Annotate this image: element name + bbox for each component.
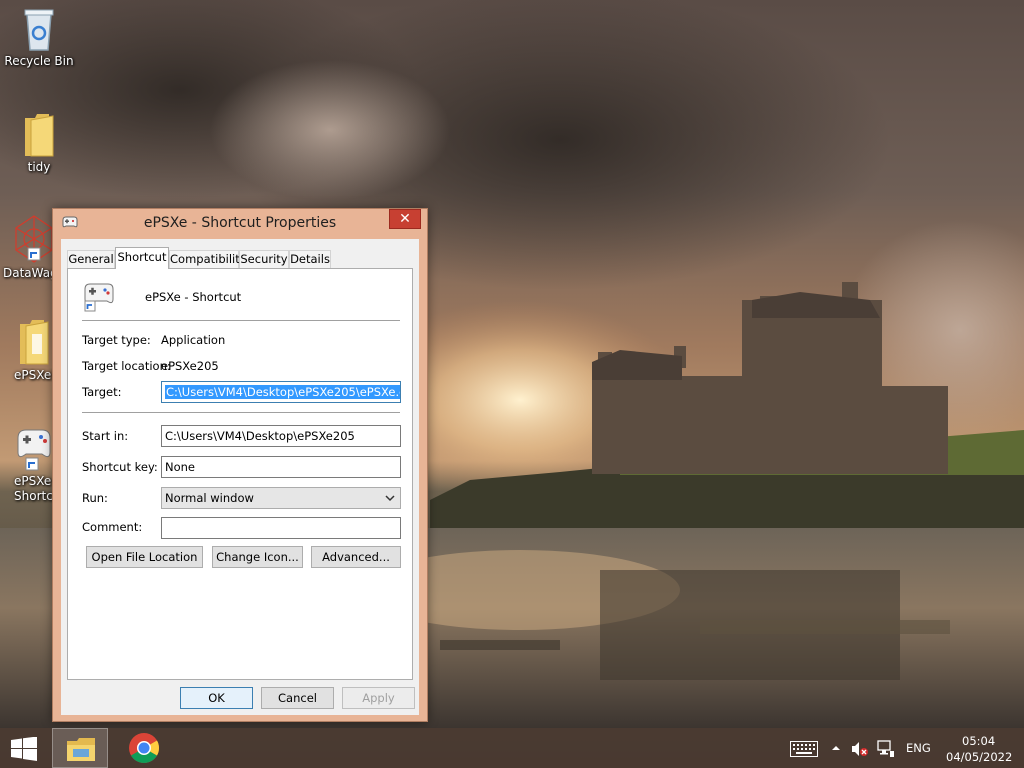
chrome-icon: [129, 733, 160, 764]
start-in-label: Start in:: [82, 429, 129, 443]
start-in-input[interactable]: C:\Users\VM4\Desktop\ePSXe205: [161, 425, 401, 447]
separator: [82, 320, 400, 321]
tab-general[interactable]: General: [67, 250, 115, 268]
network-icon: [877, 740, 894, 757]
open-file-location-button[interactable]: Open File Location: [86, 546, 203, 568]
clock[interactable]: 05:04 04/05/2022: [940, 728, 1012, 768]
separator: [82, 412, 400, 413]
target-type-value: Application: [161, 333, 226, 347]
gamepad-shortcut-icon: [84, 283, 114, 312]
recycle-bin-icon: [24, 9, 54, 51]
windows-logo-icon: [11, 737, 37, 761]
comment-input[interactable]: [161, 517, 401, 539]
desktop-icon-label: tidy: [27, 160, 51, 174]
desktop-icon-tidy[interactable]: tidy: [1, 112, 77, 175]
show-hidden-icons-button[interactable]: [828, 728, 844, 768]
cancel-button[interactable]: Cancel: [261, 687, 334, 709]
keyboard-icon: [790, 741, 818, 757]
touch-keyboard-button[interactable]: [786, 728, 820, 768]
volume-muted-icon: [852, 742, 868, 756]
run-select[interactable]: Normal window: [161, 487, 401, 509]
comment-label: Comment:: [82, 520, 143, 534]
chevron-down-icon: [385, 495, 395, 502]
change-icon-button[interactable]: Change Icon...: [212, 546, 303, 568]
shortcut-tab-panel: ePSXe - Shortcut Target type: Applicatio…: [67, 268, 413, 680]
shortcut-key-label: Shortcut key:: [82, 460, 158, 474]
apply-button[interactable]: Apply: [342, 687, 415, 709]
chevron-up-icon: [832, 746, 840, 750]
desktop-icon-recycle-bin[interactable]: Recycle Bin: [1, 6, 77, 69]
datawag-icon: [15, 215, 53, 263]
clock-time: 05:04: [962, 734, 996, 748]
gamepad-shortcut-icon: [17, 429, 51, 471]
shortcut-properties-window: ePSXe - Shortcut Properties ✕ General Sh…: [52, 208, 428, 722]
target-input-value: C:\Users\VM4\Desktop\ePSXe205\ePSXe.exe: [165, 385, 400, 399]
target-location-value: ePSXe205: [161, 359, 219, 373]
volume-button[interactable]: [848, 728, 870, 768]
target-location-label: Target location:: [82, 359, 171, 373]
window-title: ePSXe - Shortcut Properties: [143, 215, 337, 231]
run-label: Run:: [82, 491, 108, 505]
language-indicator[interactable]: ENG: [906, 741, 931, 755]
desktop-icon-label: Recycle Bin: [4, 54, 74, 68]
target-input[interactable]: C:\Users\VM4\Desktop\ePSXe205\ePSXe.exe: [161, 381, 401, 403]
start-button[interactable]: [0, 728, 48, 768]
target-type-label: Target type:: [82, 333, 151, 347]
shortcut-key-input[interactable]: None: [161, 456, 401, 478]
tab-compatibility[interactable]: Compatibility: [169, 250, 247, 268]
close-button[interactable]: ✕: [389, 209, 421, 229]
advanced-button[interactable]: Advanced...: [311, 546, 401, 568]
network-button[interactable]: [874, 728, 896, 768]
folder-icon: [25, 114, 54, 157]
title-bar[interactable]: ePSXe - Shortcut Properties ✕: [53, 209, 427, 239]
run-select-value: Normal window: [165, 491, 254, 505]
tab-shortcut[interactable]: Shortcut: [115, 247, 169, 269]
tab-security[interactable]: Security: [239, 250, 289, 268]
folder-icon: [20, 320, 49, 365]
taskbar-file-explorer[interactable]: [52, 728, 108, 768]
target-label: Target:: [82, 385, 122, 399]
dialog-client-area: General Shortcut Compatibility Security …: [61, 239, 419, 715]
close-icon: ✕: [399, 211, 411, 227]
taskbar: ENG 05:04 04/05/2022: [0, 728, 1024, 768]
clock-date: 04/05/2022: [946, 750, 1013, 764]
tab-details[interactable]: Details: [289, 250, 331, 268]
taskbar-chrome[interactable]: [116, 728, 172, 768]
file-explorer-icon: [67, 738, 95, 761]
ok-button[interactable]: OK: [180, 687, 253, 709]
shortcut-name: ePSXe - Shortcut: [145, 290, 242, 304]
